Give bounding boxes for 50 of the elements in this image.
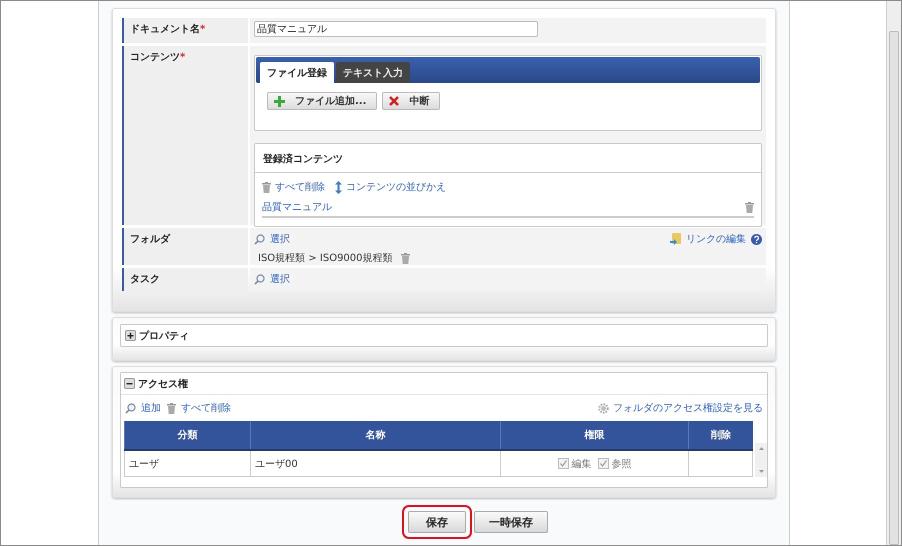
field-label: ドキュメント名* xyxy=(122,18,248,43)
table-cell: ユーザ xyxy=(124,450,250,476)
folder-link-icon xyxy=(670,233,681,245)
gear-icon xyxy=(598,402,609,414)
field-label: フォルダ xyxy=(122,228,248,265)
add-file-button[interactable]: ファイル追加... xyxy=(267,92,378,110)
trash-icon xyxy=(400,252,410,264)
delete-all-link[interactable]: すべて削除 xyxy=(262,180,325,194)
field-label: コンテンツ* xyxy=(122,46,248,225)
cross-icon xyxy=(389,96,400,106)
folder-path: ISO規程類 > ISO9000規程類 xyxy=(258,252,393,265)
plus-icon xyxy=(274,96,285,106)
field-label: タスク xyxy=(122,268,248,291)
save-button[interactable]: 保存 xyxy=(408,511,466,533)
select-link[interactable]: 選択 xyxy=(254,232,290,246)
collapse-icon[interactable] xyxy=(124,378,135,389)
expand-icon[interactable] xyxy=(125,330,136,341)
sort-arrow-icon xyxy=(335,180,342,194)
section-title: 登録済コンテンツ xyxy=(255,144,761,173)
checkbox-label: 参照 xyxy=(612,458,632,471)
search-icon xyxy=(125,402,136,414)
content-link[interactable]: 品質マニュアル xyxy=(262,200,332,214)
panel-title: アクセス権 xyxy=(138,378,188,390)
required-mark: * xyxy=(200,24,206,35)
column-header: 分類 xyxy=(124,421,250,450)
scrollbar-thumb[interactable] xyxy=(889,31,899,545)
delete-all-link[interactable]: すべて削除 xyxy=(167,401,231,415)
trash-icon xyxy=(745,202,754,212)
tab[interactable]: テキスト入力 xyxy=(336,62,410,83)
document-name-field[interactable]: 品質マニュアル xyxy=(254,21,538,37)
required-mark: * xyxy=(180,52,186,63)
trash-icon xyxy=(167,402,176,414)
reorder-link[interactable]: コンテンツの並びかえ xyxy=(335,180,446,194)
scroll-arrows[interactable] xyxy=(755,443,767,477)
column-header: 権限 xyxy=(500,421,688,450)
search-icon xyxy=(254,274,265,284)
cancel-button[interactable]: 中断 xyxy=(382,92,440,110)
help-icon[interactable] xyxy=(751,234,762,244)
edit-link[interactable]: リンクの編集 xyxy=(686,232,746,246)
checkbox-label: 編集 xyxy=(572,458,592,471)
tab[interactable]: ファイル登録 xyxy=(260,62,334,83)
table-cell: ユーザ00 xyxy=(250,450,500,476)
panel-title: プロパティ xyxy=(139,329,189,342)
column-header: 名称 xyxy=(250,421,500,450)
temp-save-button[interactable]: 一時保存 xyxy=(474,511,548,533)
trash-icon xyxy=(262,182,271,192)
folder-access-link[interactable]: フォルダのアクセス権設定を見る xyxy=(613,401,763,415)
search-icon xyxy=(254,234,265,244)
add-link[interactable]: 追加 xyxy=(125,401,161,415)
column-header: 削除 xyxy=(688,421,752,450)
